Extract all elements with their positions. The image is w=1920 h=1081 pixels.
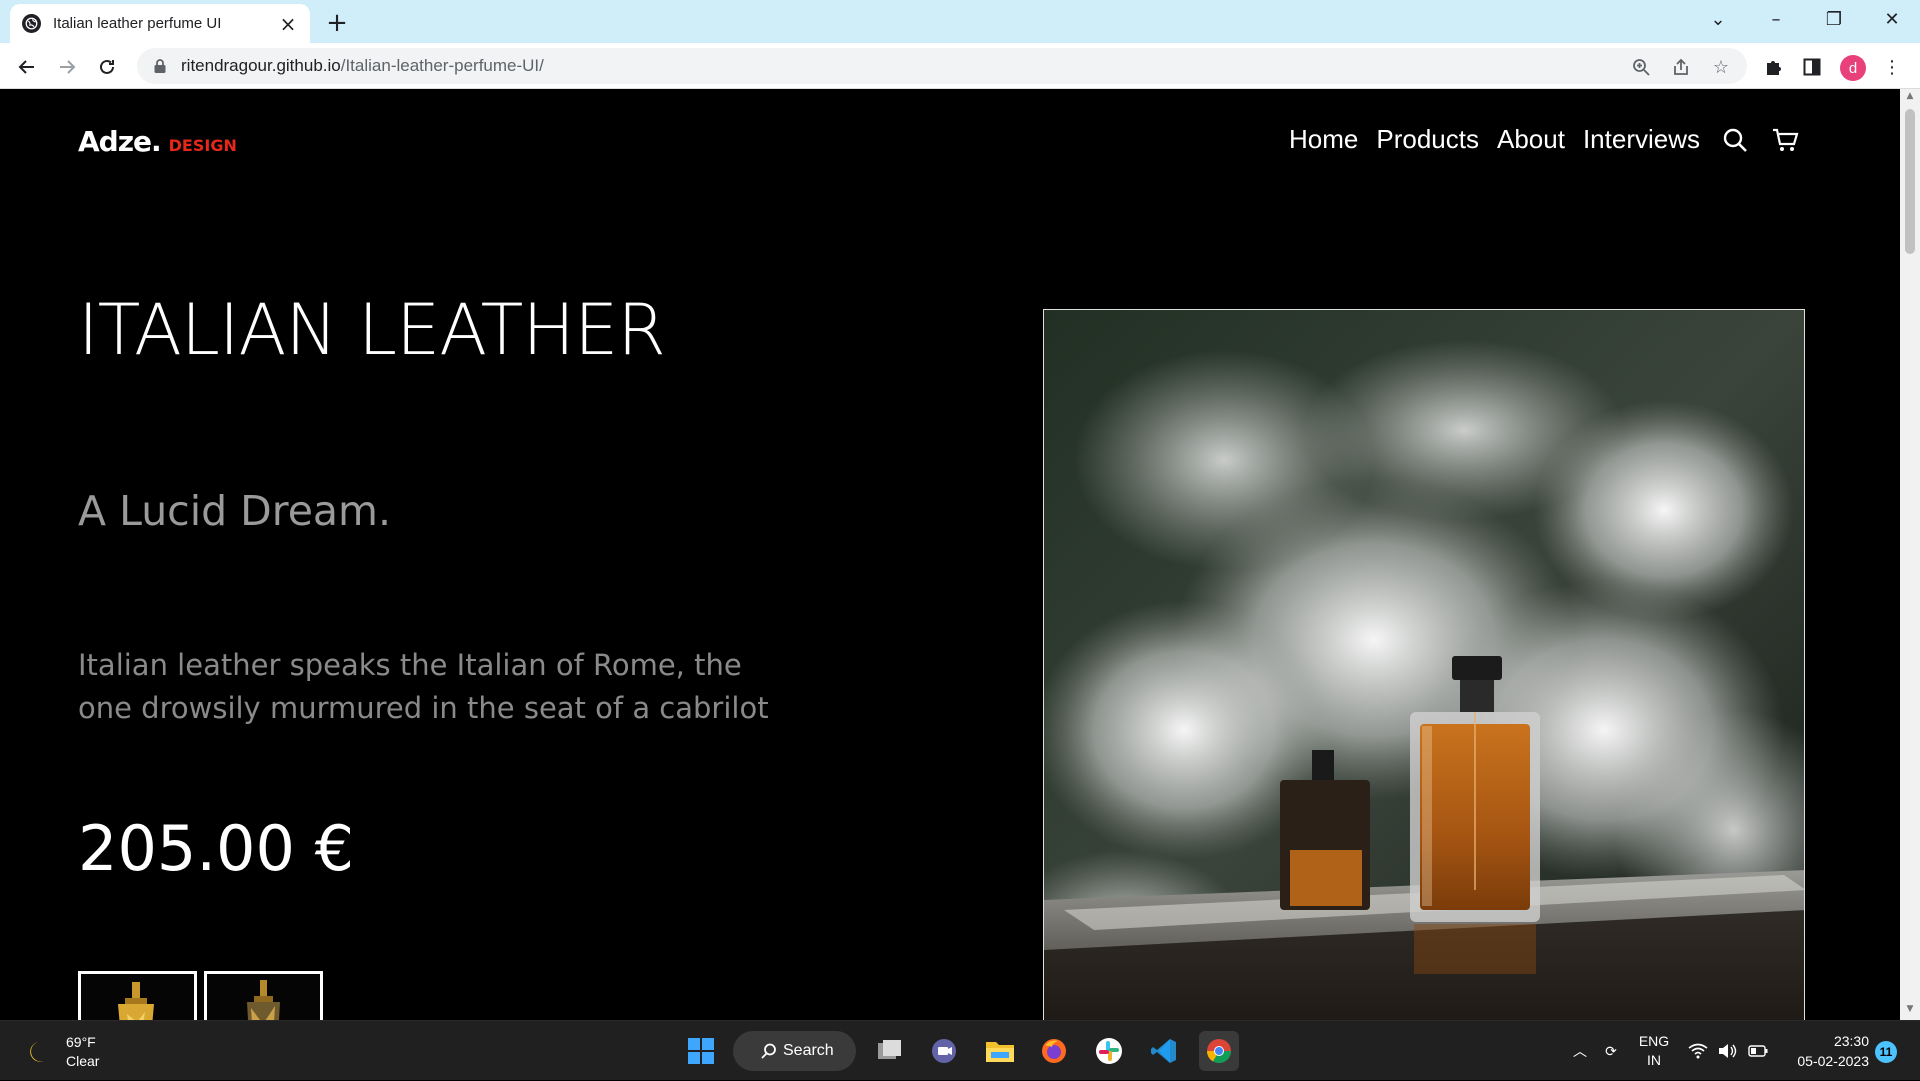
firefox-icon[interactable] (1034, 1031, 1074, 1071)
nav-products[interactable]: Products (1376, 124, 1479, 155)
windows-start-icon[interactable] (681, 1031, 721, 1071)
zoom-icon[interactable] (1630, 56, 1652, 78)
main-nav: Home Products About Interviews (1289, 124, 1800, 155)
wifi-icon[interactable] (1686, 1021, 1710, 1081)
sync-icon[interactable]: ⟳ (1598, 1021, 1624, 1081)
taskbar-search[interactable]: Search (733, 1031, 856, 1071)
lang-bottom: IN (1647, 1052, 1661, 1068)
hero-description: Italian leather speaks the Italian of Ro… (78, 648, 769, 725)
side-panel-icon[interactable] (1800, 55, 1824, 79)
site-logo[interactable]: Adze. DESIGN (78, 125, 237, 158)
weather-condition: Clear (66, 1053, 100, 1069)
clock-time: 23:30 (1833, 1033, 1869, 1049)
taskbar-search-label: Search (783, 1042, 834, 1059)
teams-chat-icon[interactable] (924, 1031, 964, 1071)
profile-avatar[interactable]: d (1840, 55, 1866, 81)
clock-date: 05-02-2023 (1797, 1053, 1869, 1069)
reload-button[interactable] (91, 51, 123, 83)
nav-home[interactable]: Home (1289, 124, 1358, 155)
nav-about[interactable]: About (1497, 124, 1565, 155)
windows-taskbar: 69°F Clear Search ︿ ⟳ ENG IN 23:30 05-02… (0, 1020, 1920, 1080)
browser-tab[interactable]: Italian leather perfume UI × (10, 4, 310, 43)
extensions-puzzle-icon[interactable] (1762, 55, 1786, 79)
thumbnail-2[interactable] (204, 971, 323, 1020)
moon-icon (30, 1042, 44, 1062)
product-price: 205.00 € (78, 812, 355, 885)
page-viewport: Adze. DESIGN Home Products About Intervi… (0, 89, 1900, 1020)
perfume-photo-illustration (1044, 310, 1804, 1020)
more-menu-icon[interactable]: ⋮ (1880, 55, 1904, 79)
task-view-icon[interactable] (870, 1031, 910, 1071)
vscode-icon[interactable] (1144, 1031, 1184, 1071)
volume-icon[interactable] (1716, 1021, 1740, 1081)
page-scrollbar[interactable]: ▲ ▼ (1900, 89, 1920, 1020)
browser-tab-bar: Italian leather perfume UI × + ⌄ – ❐ ✕ (0, 0, 1920, 43)
share-icon[interactable] (1670, 56, 1692, 78)
logo-sub-text: DESIGN (168, 136, 237, 155)
lock-icon (154, 59, 166, 73)
scrollbar-thumb[interactable] (1905, 109, 1915, 254)
minimize-button[interactable]: – (1748, 0, 1804, 38)
weather-widget[interactable]: 69°F Clear (24, 1033, 99, 1071)
scroll-down-arrow-icon[interactable]: ▼ (1905, 1004, 1915, 1014)
url-text: ritendragour.github.io/Italian-leather-p… (181, 56, 544, 75)
forward-button[interactable] (51, 51, 83, 83)
browser-toolbar: ritendragour.github.io/Italian-leather-p… (0, 43, 1920, 89)
search-icon (761, 1043, 776, 1059)
lang-top: ENG (1638, 1033, 1670, 1049)
close-window-button[interactable]: ✕ (1864, 0, 1920, 38)
tab-title: Italian leather perfume UI (53, 15, 222, 32)
tray-chevron-icon[interactable]: ︿ (1568, 1021, 1592, 1081)
back-button[interactable] (11, 51, 43, 83)
weather-temperature: 69°F (66, 1034, 96, 1050)
close-tab-icon[interactable]: × (278, 12, 298, 36)
perfume-bottle-thumbnail-icon (247, 980, 280, 1020)
file-explorer-icon[interactable] (980, 1031, 1020, 1071)
hero-product-image (1043, 309, 1805, 1020)
chrome-icon[interactable] (1199, 1031, 1239, 1071)
system-clock[interactable]: 23:30 05-02-2023 (1785, 1031, 1869, 1071)
hero-subtitle: A Lucid Dream. (78, 487, 392, 535)
globe-icon (22, 14, 41, 33)
nav-interviews[interactable]: Interviews (1583, 124, 1700, 155)
notification-badge[interactable]: 11 (1875, 1041, 1897, 1063)
perfume-bottle-thumbnail-icon (118, 982, 154, 1020)
thumbnail-1[interactable] (78, 971, 197, 1020)
scroll-up-arrow-icon[interactable]: ▲ (1905, 91, 1915, 101)
logo-main-text: Adze. (78, 125, 162, 158)
hero-title: ITALIAN LEATHER (78, 289, 666, 371)
tab-search-chevron-icon[interactable]: ⌄ (1690, 0, 1746, 38)
slack-icon[interactable] (1089, 1031, 1129, 1071)
restore-button[interactable]: ❐ (1806, 0, 1862, 38)
language-indicator[interactable]: ENG IN (1632, 1021, 1676, 1081)
address-bar[interactable]: ritendragour.github.io/Italian-leather-p… (137, 48, 1747, 84)
battery-icon[interactable] (1746, 1021, 1770, 1081)
bookmark-star-icon[interactable]: ☆ (1710, 56, 1732, 78)
product-thumbnails (78, 971, 323, 1020)
new-tab-button[interactable]: + (322, 8, 352, 38)
search-icon[interactable] (1720, 125, 1750, 155)
cart-icon[interactable] (1770, 125, 1800, 155)
